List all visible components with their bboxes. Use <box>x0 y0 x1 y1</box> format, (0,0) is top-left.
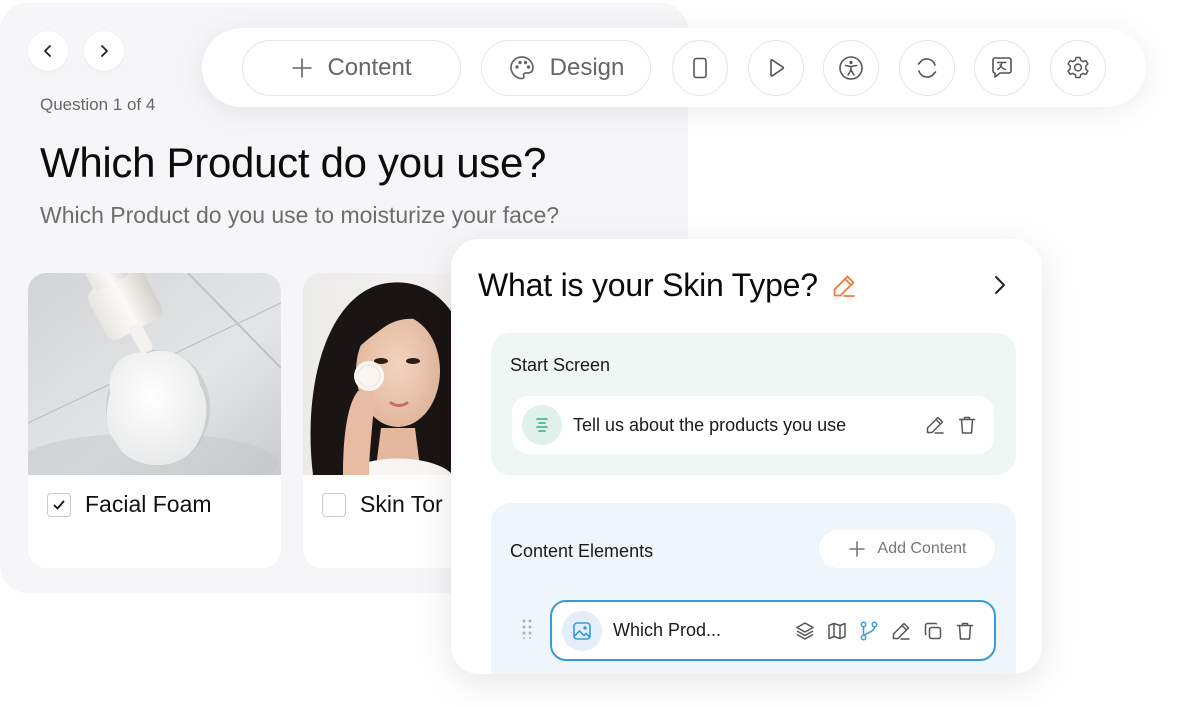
question-title: Which Product do you use? <box>40 139 547 186</box>
option-label: Facial Foam <box>85 491 212 517</box>
question-editor-panel: What is your Skin Type? Start Screen Tel… <box>451 239 1042 674</box>
option-label: Skin Tor <box>360 491 443 517</box>
previous-question-button[interactable] <box>28 31 68 71</box>
settings-button[interactable] <box>1050 40 1106 96</box>
layers-icon[interactable] <box>794 620 816 642</box>
accessibility-button[interactable] <box>823 40 879 96</box>
mobile-preview-button[interactable] <box>672 40 728 96</box>
checkmark-icon <box>53 500 65 509</box>
refresh-button[interactable] <box>899 40 955 96</box>
start-screen-item-text: Tell us about the products you use <box>573 414 847 435</box>
palette-icon <box>509 56 534 80</box>
start-screen-section: Start Screen Tell us about the products … <box>491 333 1016 475</box>
translate-button[interactable] <box>974 40 1030 96</box>
duplicate-icon[interactable] <box>922 620 944 642</box>
settings-icon <box>1067 56 1089 79</box>
foam-photo <box>28 273 281 475</box>
trash-icon[interactable] <box>954 620 976 642</box>
answer-option-card[interactable]: Facial Foam <box>28 273 281 568</box>
play-icon <box>770 58 785 77</box>
editor-toolbar: Content Design <box>202 28 1146 107</box>
content-element-item-text: Which Prod... <box>613 620 722 640</box>
play-preview-button[interactable] <box>748 40 804 96</box>
trash-icon[interactable] <box>956 414 978 436</box>
text-align-icon <box>522 405 562 445</box>
content-element-item[interactable]: Which Prod... <box>550 600 996 661</box>
option-checkbox-unchecked[interactable] <box>322 492 346 517</box>
drag-handle-icon[interactable] <box>522 619 532 639</box>
chevron-right-icon[interactable] <box>990 274 1010 296</box>
map-icon[interactable] <box>826 620 848 642</box>
image-icon <box>562 610 602 651</box>
option-checkbox-checked[interactable] <box>47 492 71 517</box>
section-title: Start Screen <box>510 355 611 375</box>
branch-logic-icon[interactable] <box>858 620 880 642</box>
chevron-right-icon <box>101 45 108 57</box>
translate-icon <box>992 57 1012 78</box>
edit-title-icon[interactable] <box>830 272 858 300</box>
start-screen-item[interactable]: Tell us about the products you use <box>512 396 994 454</box>
design-tab-label: Design <box>549 54 625 81</box>
question-subtitle: Which Product do you use to moisturize y… <box>40 202 560 228</box>
edit-icon[interactable] <box>924 414 946 436</box>
editor-question-title: What is your Skin Type? <box>478 267 818 303</box>
mobile-preview-icon <box>693 57 707 79</box>
add-content-button[interactable]: Add Content <box>819 530 995 568</box>
question-counter: Question 1 of 4 <box>40 95 156 114</box>
add-content-label: Add Content <box>877 540 967 557</box>
content-tab-label: Content <box>327 54 412 81</box>
chevron-left-icon <box>44 45 51 57</box>
accessibility-icon <box>839 56 863 80</box>
plus-icon <box>848 541 865 557</box>
refresh-icon <box>917 58 937 78</box>
plus-icon <box>292 58 313 78</box>
edit-icon[interactable] <box>890 620 912 642</box>
content-elements-section: Content Elements Add Content Which Prod.… <box>491 503 1016 674</box>
content-tab-button[interactable]: Content <box>242 40 461 96</box>
next-question-button[interactable] <box>84 31 124 71</box>
section-title: Content Elements <box>510 541 654 561</box>
design-tab-button[interactable]: Design <box>481 40 651 96</box>
